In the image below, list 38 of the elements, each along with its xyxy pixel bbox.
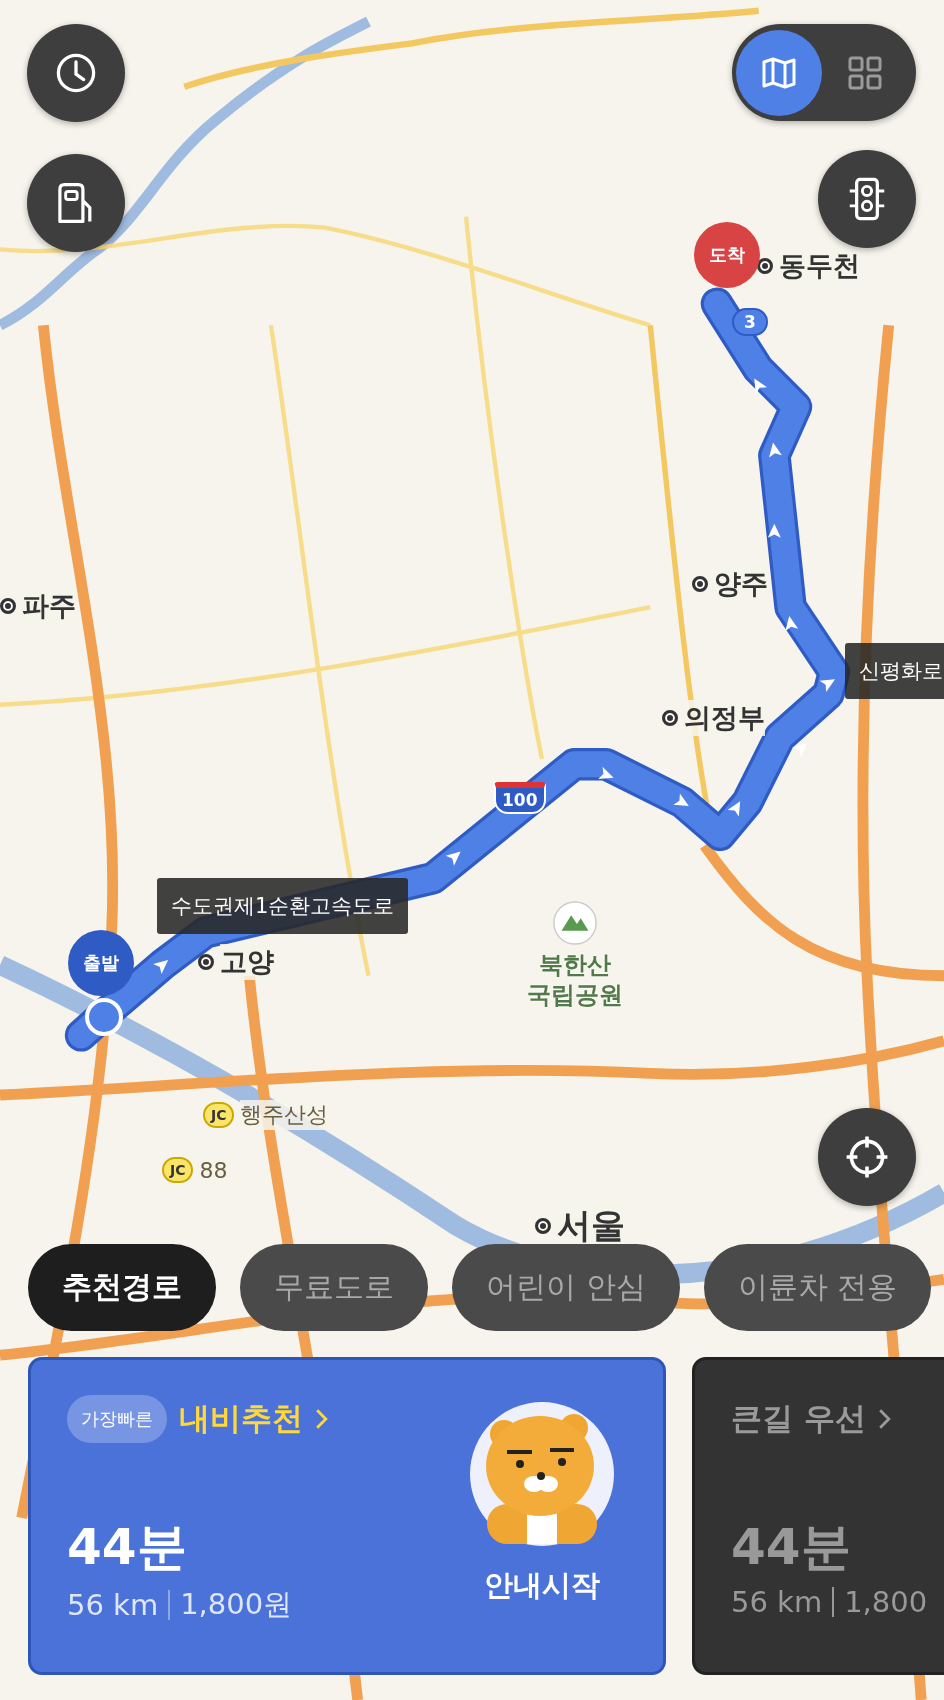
route-title[interactable]: 큰길 우선 bbox=[731, 1398, 866, 1440]
fastest-badge: 가장빠른 bbox=[67, 1395, 167, 1443]
route-option-chip[interactable]: 추천경로 bbox=[28, 1244, 216, 1331]
junction-badge: JC bbox=[203, 1102, 235, 1128]
mountain-icon bbox=[552, 900, 598, 946]
chevron-right-icon bbox=[315, 1408, 328, 1430]
route-option-chip[interactable]: 어린이 안심 bbox=[452, 1244, 680, 1331]
route-toll: 1,800 bbox=[844, 1585, 928, 1619]
route-option-chip[interactable]: 무료도로 bbox=[240, 1244, 428, 1331]
road-name-label: 신평화로 bbox=[845, 643, 944, 699]
junction-badge: JC bbox=[162, 1157, 194, 1183]
clock-icon bbox=[54, 51, 98, 95]
park-label: 북한산 국립공원 bbox=[527, 950, 623, 1010]
city-marker-icon bbox=[0, 598, 16, 614]
route-card[interactable]: 가장빠른 내비추천 44분 56 km 1,800원 안내시작 bbox=[28, 1357, 666, 1675]
city-marker-icon bbox=[198, 954, 214, 970]
route-title[interactable]: 내비추천 bbox=[179, 1398, 303, 1440]
road-name-label: 수도권제1순환고속도로 bbox=[157, 878, 409, 934]
destination-pin: 도착 bbox=[694, 222, 760, 288]
city-label: 고양 bbox=[220, 944, 274, 980]
route-number-shield: 3 bbox=[732, 308, 768, 336]
route-distance: 56 km bbox=[731, 1585, 823, 1619]
route-option-chip[interactable]: 이륜차 전용 bbox=[703, 1244, 932, 1331]
route-distance: 56 km bbox=[67, 1588, 159, 1622]
route-duration: 44분 bbox=[731, 1517, 852, 1578]
start-navigation-button[interactable]: 안내시작 bbox=[484, 1566, 600, 1606]
city-marker-icon bbox=[757, 258, 773, 274]
city-label: 의정부 bbox=[684, 700, 765, 736]
route-card[interactable]: 큰길 우선 44분 56 km 1,800 bbox=[692, 1357, 944, 1675]
city-marker-icon bbox=[662, 710, 678, 726]
chevron-right-icon bbox=[877, 1408, 891, 1430]
expressway-shield: 100 bbox=[494, 782, 546, 814]
route-toll: 1,800원 bbox=[180, 1586, 293, 1623]
route-duration: 44분 bbox=[67, 1517, 188, 1578]
start-pin: 출발 bbox=[68, 930, 134, 996]
map-view-toggle[interactable] bbox=[736, 29, 822, 116]
city-marker-icon bbox=[692, 576, 708, 592]
city-marker-icon bbox=[535, 1218, 551, 1234]
